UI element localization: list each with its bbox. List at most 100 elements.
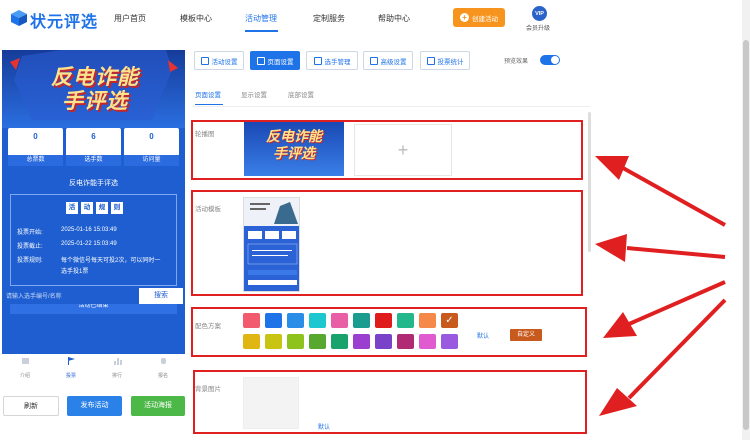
template-preview-graphic	[244, 198, 299, 291]
stat-label: 访问量	[124, 155, 179, 166]
logo-text[interactable]: 状元评选	[30, 8, 98, 32]
stat-value: 6	[91, 132, 96, 141]
color-swatch[interactable]	[375, 334, 392, 349]
sliders-icon	[369, 56, 378, 65]
home-icon	[21, 358, 29, 364]
subtab-divider	[192, 106, 590, 107]
tab-signup[interactable]: 报名	[140, 354, 186, 380]
cover-text-line1: 反电诈能	[266, 128, 322, 144]
color-swatch[interactable]	[243, 313, 260, 328]
vote-rule-value-cont: 选手投1票	[61, 269, 89, 275]
color-swatch[interactable]	[287, 334, 304, 349]
color-swatch[interactable]	[353, 313, 370, 328]
page-settings-button[interactable]: 页面设置	[250, 51, 300, 70]
search-button[interactable]: 搜索	[139, 288, 183, 304]
nav-template-center[interactable]: 模板中心	[180, 13, 212, 24]
activity-rules-panel: 活 动 规 则 投票开始: 2025-01-16 15:03:49 投票截止: …	[10, 194, 177, 286]
contestant-management-button[interactable]: 选手管理	[306, 51, 358, 70]
vip-upgrade-label[interactable]: 会员升级	[526, 23, 550, 32]
color-default-link[interactable]: 默认	[477, 331, 489, 340]
users-icon	[313, 56, 322, 65]
toolbar-label: 投票统计	[437, 58, 464, 66]
chart-icon	[426, 56, 435, 65]
stat-value: 0	[149, 132, 154, 141]
mobile-preview: 反电诈能 手评选 0 总票数 6 选手数 0 访问量 反电诈能手评选 活 动 规…	[2, 50, 185, 360]
color-swatch-selected[interactable]: ✓	[441, 313, 458, 328]
vote-statistics-button[interactable]: 投票统计	[420, 51, 470, 70]
subtab-active-underline	[195, 104, 223, 105]
color-swatch[interactable]	[265, 334, 282, 349]
color-custom-button[interactable]: 自定义	[510, 329, 542, 341]
activity-settings-button[interactable]: 活动设置	[194, 51, 244, 70]
check-icon: ✓	[445, 315, 454, 326]
background-default-link[interactable]: 默认	[318, 422, 330, 431]
nav-custom-service[interactable]: 定制服务	[313, 13, 345, 24]
template-thumbnail[interactable]	[243, 197, 300, 292]
toolbar-label: 页面设置	[267, 58, 294, 66]
color-swatch[interactable]	[419, 313, 436, 328]
color-swatch[interactable]	[397, 313, 414, 328]
banner-title: 反电诈能 手评选	[30, 66, 160, 114]
annotation-arrows	[595, 156, 727, 416]
color-swatch[interactable]	[265, 313, 282, 328]
color-swatch[interactable]	[243, 334, 260, 349]
tab-intro[interactable]: 介绍	[2, 354, 48, 380]
color-swatch[interactable]	[309, 334, 326, 349]
nav-active-underline	[245, 30, 278, 32]
create-activity-button[interactable]: + 创建活动	[453, 8, 505, 27]
color-swatch[interactable]	[331, 334, 348, 349]
contestant-search-input[interactable]	[6, 291, 126, 303]
color-swatch[interactable]	[397, 334, 414, 349]
color-swatch[interactable]	[375, 313, 392, 328]
carousel-image-text: 反电诈能 手评选	[254, 128, 334, 162]
toolbar-label: 高级设置	[380, 58, 407, 66]
tab-vote[interactable]: 投票	[48, 354, 94, 380]
vote-end-label: 投票截止:	[17, 244, 43, 250]
toolbar-label: 选手管理	[324, 58, 351, 66]
template-label: 活动模板	[195, 206, 221, 213]
carousel-image[interactable]: 反电诈能 手评选	[244, 122, 344, 176]
stat-label: 选手数	[66, 155, 121, 166]
nav-help-center[interactable]: 帮助中心	[378, 13, 410, 24]
subtab-page-settings[interactable]: 页面设置	[195, 89, 221, 99]
preview-banner: 反电诈能 手评选	[2, 50, 185, 128]
tab-label: 报名	[157, 373, 168, 379]
subtab-display-settings[interactable]: 显示设置	[241, 89, 267, 99]
background-label: 背景图片	[195, 386, 221, 393]
color-swatch[interactable]	[441, 334, 458, 349]
page-icon	[256, 56, 265, 65]
rules-tag: 规	[96, 202, 108, 214]
activity-name: 反电诈能手评选	[69, 180, 118, 187]
background-image-slot[interactable]	[243, 377, 299, 429]
nav-user-home[interactable]: 用户首页	[114, 13, 146, 24]
preview-effect-label: 预览效果	[504, 59, 529, 65]
flag-icon	[67, 357, 75, 365]
banner-title-line2: 手评选	[62, 90, 128, 113]
advanced-settings-button[interactable]: 高级设置	[363, 51, 413, 70]
refresh-button[interactable]: 刷新	[3, 396, 59, 416]
vote-rule-value: 每个微信号每天可投2次，可以同时一	[61, 258, 161, 264]
activity-poster-button[interactable]: 活动海报	[131, 396, 185, 416]
settings-icon	[200, 56, 209, 65]
tab-ranking[interactable]: 排行	[94, 354, 140, 380]
tab-label: 排行	[111, 373, 122, 379]
vote-end-value: 2025-01-22 15:03:49	[61, 241, 117, 247]
color-swatch[interactable]	[331, 313, 348, 328]
color-swatch[interactable]	[309, 313, 326, 328]
subtab-footer-settings[interactable]: 底部设置	[288, 89, 314, 99]
nav-activity-management[interactable]: 活动管理	[245, 13, 277, 24]
color-swatch[interactable]	[419, 334, 436, 349]
color-swatch[interactable]	[287, 313, 304, 328]
publish-activity-button[interactable]: 发布活动	[67, 396, 122, 416]
vip-badge-icon[interactable]: VIP	[532, 6, 547, 21]
rules-tag: 活	[66, 202, 78, 214]
toolbar-label: 活动设置	[211, 58, 238, 66]
rules-tag: 则	[111, 202, 123, 214]
stat-label: 总票数	[8, 155, 63, 166]
upload-image-button[interactable]: +	[354, 124, 452, 176]
color-swatch[interactable]	[353, 334, 370, 349]
cover-text-line2: 手评选	[273, 145, 315, 161]
preview-effect-toggle[interactable]	[540, 55, 560, 65]
page-scrollbar-thumb[interactable]	[743, 40, 749, 430]
rules-tag: 动	[81, 202, 93, 214]
